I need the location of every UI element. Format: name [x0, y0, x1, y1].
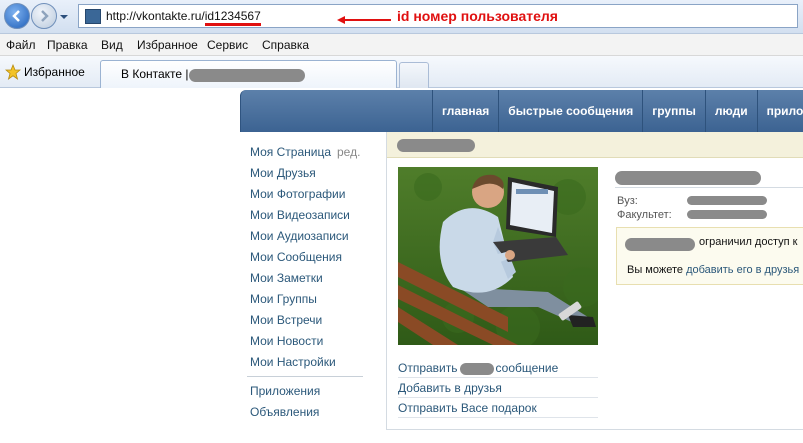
left-menu-extra: Приложения Объявления — [250, 383, 320, 425]
send-message-suffix: сообщение — [495, 361, 559, 375]
browser-tab[interactable]: В Контакте | — [100, 60, 397, 88]
nav-apps[interactable]: прилож — [756, 90, 803, 132]
arrow-left-icon — [12, 10, 20, 22]
menu-my-groups[interactable]: Мои Группы — [250, 291, 363, 312]
profile-actions: Отправить сообщение Добавить в друзья Отп… — [398, 358, 598, 418]
menu-my-notes[interactable]: Мои Заметки — [250, 270, 363, 291]
menu-applications[interactable]: Приложения — [250, 383, 320, 404]
menu-help[interactable]: Справка — [262, 38, 309, 52]
menu-my-audio[interactable]: Мои Аудиозаписи — [250, 228, 363, 249]
redacted-name — [459, 362, 494, 375]
redacted-name — [189, 69, 305, 82]
menu-ads[interactable]: Объявления — [250, 404, 320, 425]
menu-my-friends[interactable]: Мои Друзья — [250, 165, 363, 186]
notice-add-text: Вы можете добавить его в друзья — [627, 264, 799, 276]
menu-my-videos[interactable]: Мои Видеозаписи — [250, 207, 363, 228]
menu-my-messages[interactable]: Мои Сообщения — [250, 249, 363, 270]
access-notice: ограничил доступ к Вы можете добавить ег… — [616, 227, 803, 285]
menu-bar: Файл Правка Вид Избранное Сервис Справка — [0, 34, 803, 56]
menu-my-settings[interactable]: Мои Настройки — [250, 354, 363, 375]
profile-divider — [615, 187, 803, 188]
forward-button[interactable] — [31, 3, 57, 29]
redacted-university — [687, 196, 767, 205]
redacted-faculty — [687, 210, 767, 219]
back-button[interactable] — [4, 3, 30, 29]
left-menu: Моя Страница Мои Друзья Мои Фотографии М… — [250, 144, 363, 375]
nav-messages[interactable]: быстрые сообщения — [498, 90, 642, 132]
menu-divider — [247, 376, 363, 377]
profile-content: Отправить сообщение Добавить в друзья Отп… — [386, 132, 803, 430]
notice-add-prefix: Вы можете — [627, 264, 683, 276]
send-message-prefix: Отправить — [398, 361, 458, 375]
menu-tools[interactable]: Сервис — [207, 38, 248, 52]
send-message-link[interactable]: Отправить сообщение — [398, 358, 598, 378]
site-header: главная быстрые сообщения группы люди пр… — [240, 90, 803, 132]
nav-home[interactable]: главная — [432, 90, 498, 132]
redacted-full-name — [615, 171, 761, 185]
nav-groups[interactable]: группы — [642, 90, 705, 132]
menu-favorites[interactable]: Избранное — [137, 38, 198, 52]
browser-toolbar: http://vkontakte.ru/id1234567 id номер п… — [0, 0, 803, 34]
menu-edit[interactable]: Правка — [47, 38, 88, 52]
university-label: Вуз: — [617, 195, 638, 207]
favorites-bar: Избранное В Контакте | — [0, 56, 803, 88]
annotation-arrow-icon — [337, 16, 391, 24]
send-gift-link[interactable]: Отправить Васе подарок — [398, 398, 598, 418]
url-text: http://vkontakte.ru/id1234567 — [106, 9, 261, 26]
annotation-label: id номер пользователя — [397, 8, 558, 24]
url-prefix: http://vkontakte.ru/ — [106, 9, 205, 23]
redacted-name — [397, 139, 475, 152]
arrow-right-icon — [41, 10, 49, 22]
url-user-id: id1234567 — [204, 9, 261, 26]
redacted-name — [625, 238, 695, 251]
nav-people[interactable]: люди — [704, 90, 757, 132]
star-icon[interactable] — [5, 64, 21, 80]
address-bar[interactable]: http://vkontakte.ru/id1234567 id номер п… — [78, 4, 798, 28]
add-friend-link[interactable]: Добавить в друзья — [398, 378, 598, 398]
profile-title-bar — [387, 132, 803, 158]
faculty-label: Факультет: — [617, 209, 672, 221]
menu-my-news[interactable]: Мои Новости — [250, 333, 363, 354]
menu-file[interactable]: Файл — [6, 38, 36, 52]
main-nav: главная быстрые сообщения группы люди пр… — [432, 90, 803, 132]
menu-my-photos[interactable]: Мои Фотографии — [250, 186, 363, 207]
new-tab-button[interactable] — [399, 62, 429, 88]
site-favicon-icon — [85, 9, 101, 24]
notice-restricted-text: ограничил доступ к — [699, 236, 798, 248]
tab-title: В Контакте | — [121, 67, 189, 81]
history-dropdown-icon[interactable] — [59, 12, 69, 22]
menu-view[interactable]: Вид — [101, 38, 123, 52]
add-to-friends-link[interactable]: добавить его в друзья — [686, 264, 799, 276]
profile-photo[interactable] — [398, 167, 598, 345]
content-bottom-border — [386, 429, 803, 430]
favorites-label[interactable]: Избранное — [24, 65, 85, 79]
edit-link[interactable]: ред. — [337, 144, 360, 161]
menu-my-events[interactable]: Мои Встречи — [250, 312, 363, 333]
